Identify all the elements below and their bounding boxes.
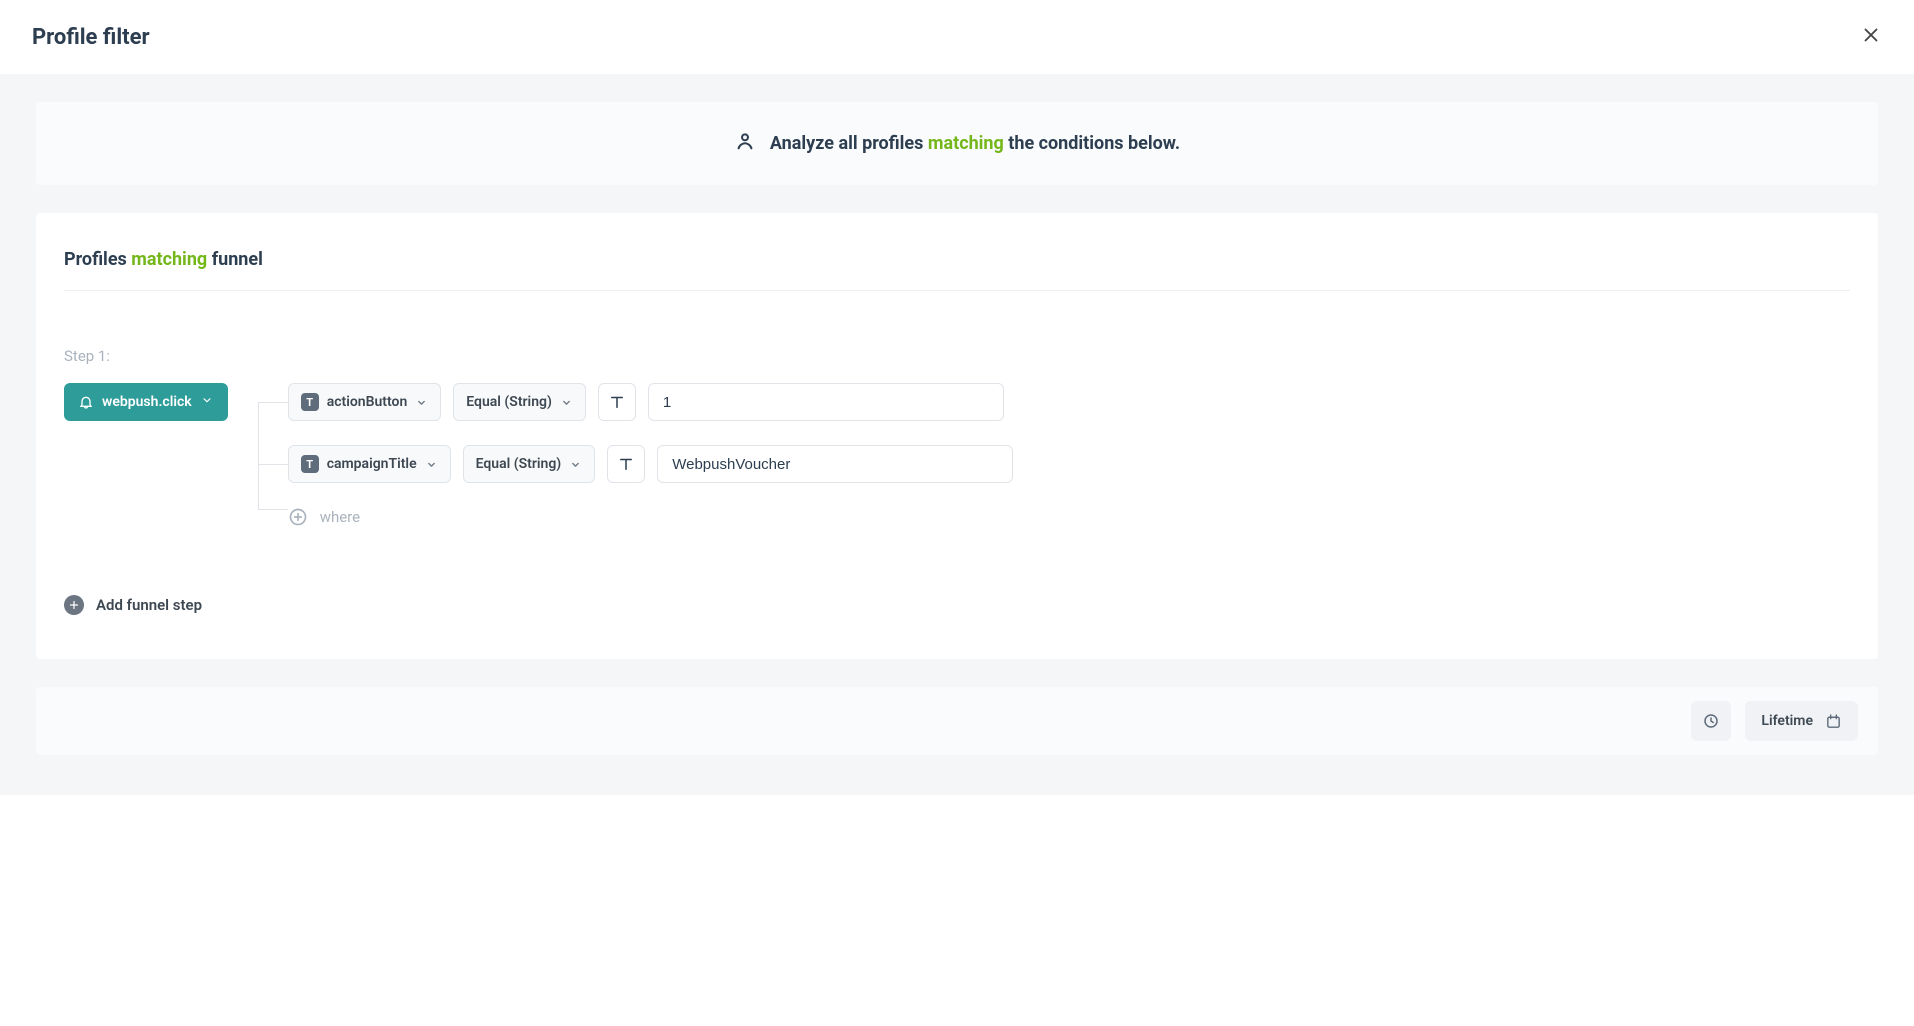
chevron-down-icon [560, 396, 573, 409]
date-range-button[interactable]: Lifetime [1745, 701, 1858, 741]
footer-bar: Lifetime [36, 687, 1878, 755]
text-type-badge: T [301, 393, 319, 411]
body: Analyze all profiles matching the condit… [0, 74, 1914, 795]
clock-icon [1702, 712, 1720, 730]
chevron-down-icon [425, 458, 438, 471]
operator-selector[interactable]: Equal (String) [453, 383, 586, 421]
card-title-suffix: funnel [212, 249, 263, 270]
value-input[interactable] [648, 383, 1004, 421]
connector [228, 383, 288, 527]
date-range-label: Lifetime [1761, 713, 1813, 729]
chevron-down-icon [415, 396, 428, 409]
conditions: T actionButton Equal (String) [288, 383, 1850, 527]
plus-circle-icon [288, 507, 308, 527]
event-name: webpush.click [102, 394, 192, 410]
summary-banner: Analyze all profiles matching the condit… [36, 102, 1878, 185]
card-title-prefix: Profiles [64, 249, 127, 270]
time-scope-button[interactable] [1691, 701, 1731, 741]
attribute-name: actionButton [327, 394, 408, 410]
banner-prefix: Analyze all profiles [770, 133, 924, 154]
chevron-down-icon [569, 458, 582, 471]
card-title-highlight: matching [131, 249, 207, 270]
person-icon [734, 130, 756, 157]
condition-row: T campaignTitle Equal (String) [288, 445, 1850, 483]
text-icon [617, 455, 635, 473]
bell-icon [78, 394, 94, 410]
chevron-down-icon [200, 393, 214, 411]
attribute-name: campaignTitle [327, 456, 417, 472]
step-body: webpush.click T actionButton Equa [64, 383, 1850, 527]
operator-name: Equal (String) [476, 456, 562, 472]
condition-row: T actionButton Equal (String) [288, 383, 1850, 421]
add-step-label: Add funnel step [96, 596, 202, 614]
text-icon [608, 393, 626, 411]
calendar-icon [1825, 713, 1842, 730]
operator-selector[interactable]: Equal (String) [463, 445, 596, 483]
step-label: Step 1: [64, 347, 1850, 365]
text-type-badge: T [301, 455, 319, 473]
modal-header: Profile filter [0, 0, 1914, 74]
close-button[interactable] [1860, 24, 1882, 50]
close-icon [1860, 24, 1882, 46]
where-label: where [320, 508, 360, 526]
banner-highlight: matching [928, 133, 1004, 154]
page-title: Profile filter [32, 25, 150, 50]
card-title: Profiles matching funnel [64, 249, 1850, 291]
event-selector[interactable]: webpush.click [64, 383, 228, 421]
operator-name: Equal (String) [466, 394, 552, 410]
add-funnel-step-button[interactable]: Add funnel step [64, 595, 202, 615]
attribute-selector[interactable]: T campaignTitle [288, 445, 451, 483]
value-type-indicator[interactable] [607, 445, 645, 483]
add-where-row[interactable]: where [288, 507, 1850, 527]
banner-suffix: the conditions below. [1008, 133, 1180, 154]
plus-icon [64, 595, 84, 615]
conditions-card: Profiles matching funnel Step 1: webpush… [36, 213, 1878, 659]
value-input[interactable] [657, 445, 1013, 483]
value-type-indicator[interactable] [598, 383, 636, 421]
attribute-selector[interactable]: T actionButton [288, 383, 442, 421]
